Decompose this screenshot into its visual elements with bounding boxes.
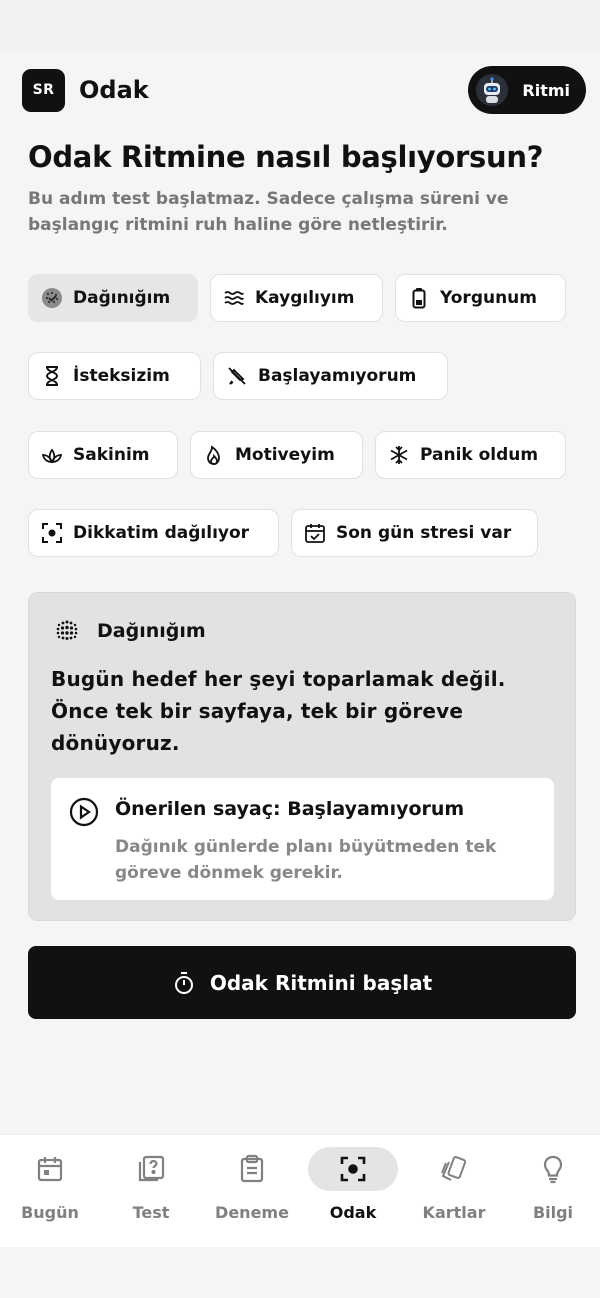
- robot-avatar-icon: [476, 74, 509, 106]
- nav-icon-wrap: [5, 1147, 95, 1191]
- ritmi-label: Ritmi: [522, 80, 570, 100]
- start-focus-button[interactable]: Odak Ritmini başlat: [28, 946, 576, 1019]
- page-subtitle: Bu adım test başlatmaz. Sadece çalışma s…: [28, 189, 509, 235]
- cards-icon: [441, 1156, 467, 1181]
- mood-chip-panik-oldum[interactable]: Panik oldum: [375, 431, 566, 479]
- mood-chip-baslayamiyorum[interactable]: Başlayamıyorum: [213, 352, 448, 400]
- calendar-check-icon: [305, 524, 325, 543]
- mood-info-card: Dağınığım Bugün hedef her şeyi toparlama…: [28, 592, 576, 921]
- chip-label: Sakinim: [73, 445, 150, 465]
- suggestion-description: Dağınık günlerde planı büyütmeden tek gö…: [115, 837, 497, 883]
- nav-item-deneme[interactable]: Deneme: [202, 1147, 302, 1222]
- lotus-icon: [41, 448, 63, 464]
- mood-chip-motiveyim[interactable]: Motiveyim: [190, 431, 363, 479]
- app-logo[interactable]: SR: [22, 68, 65, 112]
- stopwatch-icon: [174, 971, 193, 994]
- nav-label: Bugün: [21, 1203, 79, 1222]
- nav-label: Deneme: [215, 1203, 289, 1222]
- card-header: Dağınığım: [53, 617, 206, 645]
- chip-label: Son gün stresi var: [336, 523, 512, 543]
- play-circle-icon: [69, 797, 99, 827]
- mood-chip-daginigim[interactable]: Dağınığım: [28, 274, 198, 322]
- nav-item-kartlar[interactable]: Kartlar: [404, 1147, 504, 1222]
- page-title: Odak Ritmine nasıl başlıyorsun?: [28, 140, 544, 174]
- card-body-text: Bugün hedef her şeyi toparlamak değil. Ö…: [51, 667, 506, 755]
- flame-icon: [207, 445, 220, 465]
- nav-item-test[interactable]: Test: [101, 1147, 201, 1222]
- status-bar: [0, 0, 600, 52]
- suggestion-title: Önerilen sayaç: Başlayamıyorum: [115, 798, 465, 820]
- battery-low-icon: [412, 288, 426, 309]
- card-title: Dağınığım: [97, 620, 206, 642]
- chip-label: İsteksizim: [73, 366, 170, 386]
- waves-icon: [224, 291, 244, 305]
- focus-frame-icon: [42, 523, 62, 543]
- mood-row: Dikkatim dağılıyor Son gün stresi var: [28, 509, 538, 557]
- app-header: SR Odak Ritmi: [22, 66, 586, 114]
- hourglass-icon: [46, 366, 58, 386]
- mood-row: Sakinim Motiveyim Panik oldum: [28, 431, 566, 479]
- mood-chip-isteksizim[interactable]: İsteksizim: [28, 352, 201, 400]
- scatter-circle-icon: [42, 288, 62, 308]
- chip-label: Dikkatim dağılıyor: [73, 523, 250, 543]
- nav-item-bilgi[interactable]: Bilgi: [503, 1147, 600, 1222]
- nav-icon-wrap: [508, 1147, 598, 1191]
- scatter-dots-icon: [56, 620, 78, 640]
- nav-label: Bilgi: [532, 1203, 574, 1222]
- nav-item-odak[interactable]: Odak: [303, 1147, 403, 1222]
- mood-chip-sakinim[interactable]: Sakinim: [28, 431, 178, 479]
- mood-row: Dağınığım Kaygılıyım Yorgunum: [28, 274, 566, 322]
- chip-label: Panik oldum: [420, 445, 539, 465]
- mood-chip-kaygiliyim[interactable]: Kaygılıyım: [210, 274, 383, 322]
- clipboard-icon: [240, 1154, 264, 1183]
- mood-chip-dikkatim-dagiliyor[interactable]: Dikkatim dağılıyor: [28, 509, 279, 557]
- nav-label: Odak: [329, 1203, 377, 1222]
- pen-off-icon: [228, 367, 246, 385]
- nav-icon-wrap: [308, 1147, 398, 1191]
- nav-icon-wrap: [409, 1147, 499, 1191]
- nav-label: Test: [132, 1203, 170, 1222]
- nav-item-bugun[interactable]: Bugün: [0, 1147, 100, 1222]
- bottom-navigation: Bugün Test Deneme Odak Kartlar Bilgi: [0, 1134, 600, 1247]
- bottom-safe-area: [0, 1247, 600, 1298]
- calendar-icon: [37, 1157, 63, 1182]
- nav-icon-wrap: [106, 1147, 196, 1191]
- chip-label: Yorgunum: [440, 288, 538, 308]
- nav-label: Kartlar: [422, 1203, 486, 1222]
- app-title: Odak: [79, 76, 149, 104]
- nav-icon-wrap: [207, 1147, 297, 1191]
- chip-label: Motiveyim: [235, 445, 335, 465]
- brand: SR Odak: [22, 68, 149, 112]
- chip-label: Kaygılıyım: [255, 288, 355, 308]
- start-button-label: Odak Ritmini başlat: [209, 970, 433, 995]
- mood-chip-yorgunum[interactable]: Yorgunum: [395, 274, 566, 322]
- question-book-icon: [138, 1155, 165, 1182]
- focus-icon: [340, 1156, 366, 1182]
- chip-label: Dağınığım: [73, 288, 171, 308]
- mood-chip-son-gun-stresi[interactable]: Son gün stresi var: [291, 509, 538, 557]
- snowflake-icon: [390, 446, 408, 464]
- ritmi-button[interactable]: Ritmi: [468, 66, 586, 114]
- suggestion-box[interactable]: Önerilen sayaç: Başlayamıyorum Dağınık g…: [51, 778, 554, 900]
- mood-row: İsteksizim Başlayamıyorum: [28, 352, 448, 400]
- lightbulb-icon: [543, 1155, 563, 1184]
- chip-label: Başlayamıyorum: [258, 366, 417, 386]
